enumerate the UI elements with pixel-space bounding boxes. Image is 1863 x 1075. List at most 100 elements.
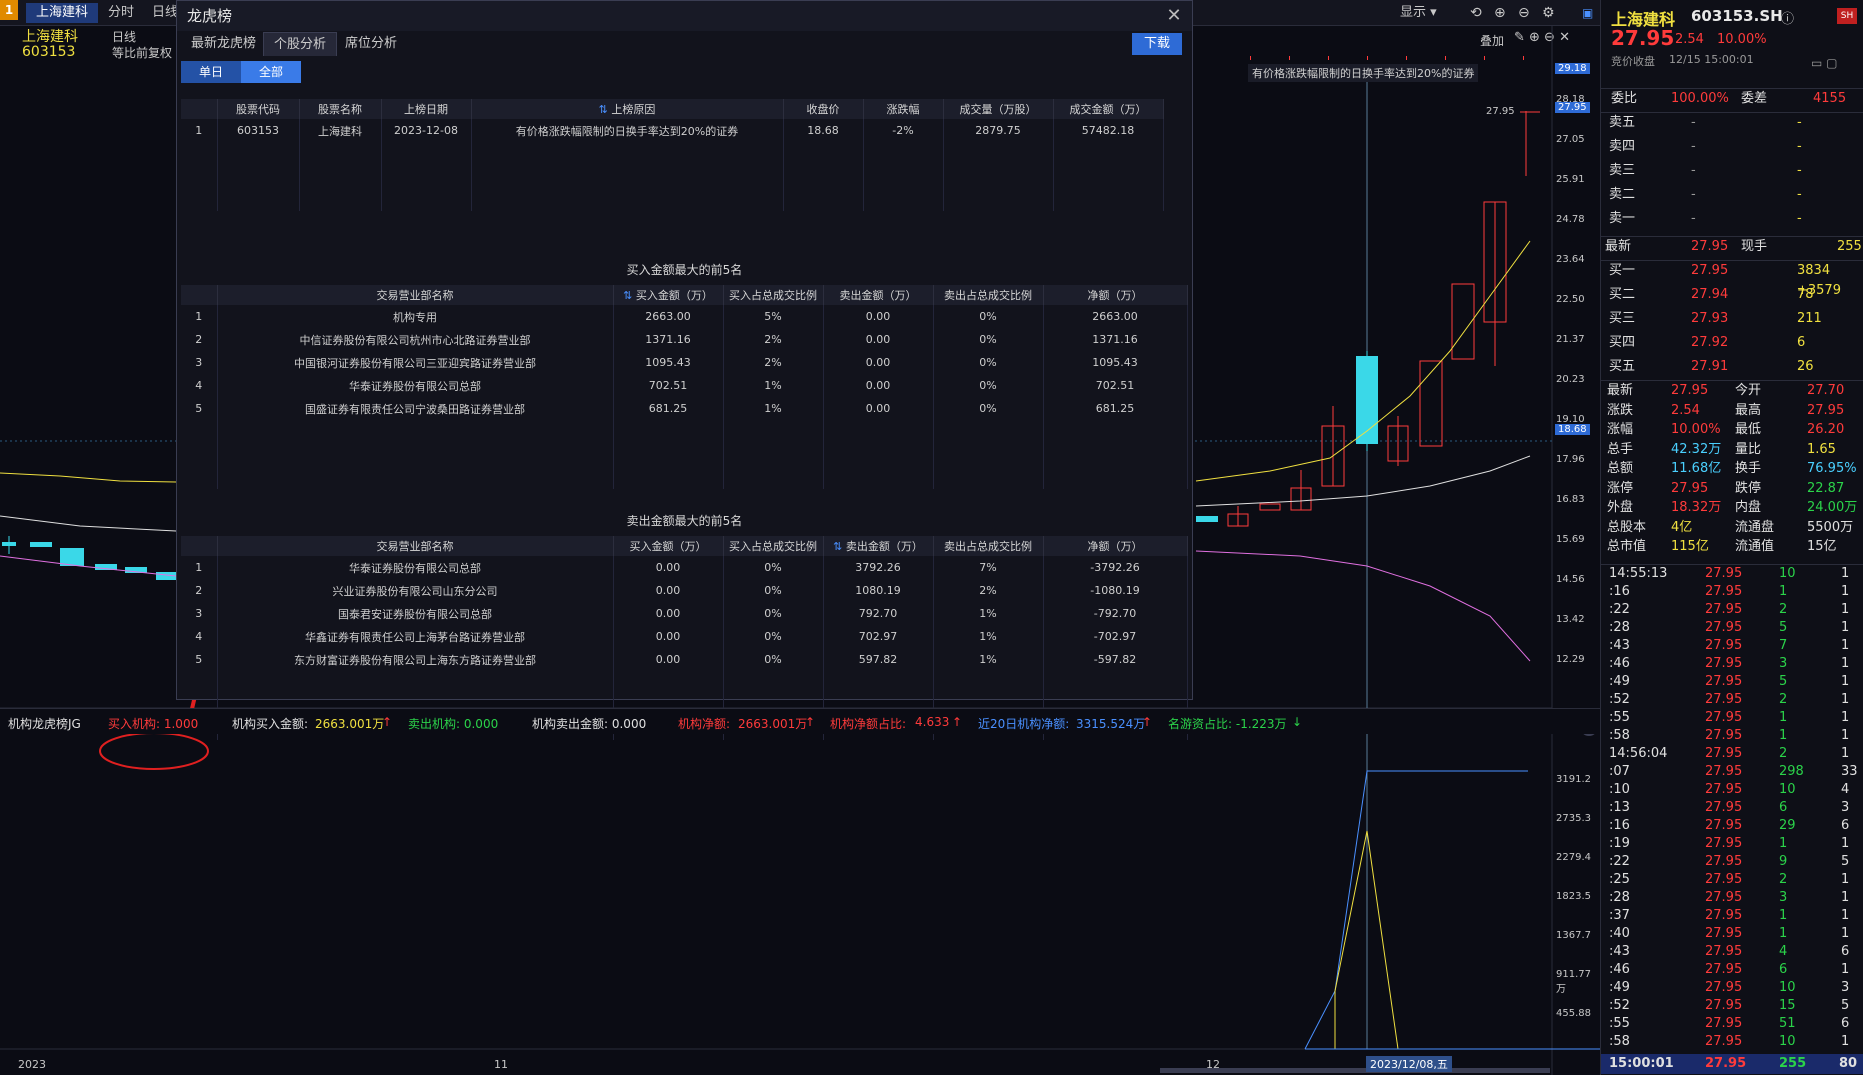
quote-change: 2.54 <box>1675 32 1704 47</box>
buy-section-title: 买入金额最大的前5名 <box>626 263 743 277</box>
tab-latest-lhb[interactable]: 最新龙虎榜 <box>181 32 266 56</box>
tick-vol: 3 <box>1779 656 1788 671</box>
book-level: 卖五 <box>1609 115 1636 130</box>
book-row: 买一 27.95 3834 +3579 <box>1601 261 1863 298</box>
col-header[interactable]: 买入金额（万） <box>613 536 724 556</box>
cell: 国泰君安证券股份有限公司总部 <box>217 602 614 625</box>
tick-price: 27.95 <box>1705 566 1743 581</box>
cell: 0% <box>723 602 824 625</box>
col-header[interactable]: ⇅ 上榜原因 <box>471 99 784 119</box>
table-row[interactable]: 2 中信证券股份有限公司杭州市心北路证券营业部 1371.16 2% 0.00 0% 137… <box>181 328 1188 351</box>
tick-vol: 5 <box>1779 674 1788 689</box>
close-icon[interactable]: ✕ <box>1164 6 1184 26</box>
table-row[interactable]: 3 中国银河证券股份有限公司三亚迎宾路证券营业部 1095.43 2% 0.00 0% 10… <box>181 351 1188 374</box>
col-header[interactable]: 交易营业部名称 <box>217 536 614 556</box>
table-row[interactable]: 1 华泰证券股份有限公司总部 0.00 0% 3792.26 7% -3792.26 <box>181 556 1188 579</box>
table-row[interactable]: 1 机构专用 2663.00 5% 0.00 0% 2663.00 <box>181 305 1188 328</box>
col-header[interactable]: ⇅ 卖出金额（万） <box>823 536 934 556</box>
latest-value: 27.95 <box>1691 239 1729 254</box>
chat-icon[interactable]: ▭ ▢ <box>1811 56 1838 70</box>
seg-all[interactable]: 全部 <box>241 61 301 83</box>
col-header[interactable]: 净额（万） <box>1043 285 1188 305</box>
book-level: 买二 <box>1609 287 1636 302</box>
cell: 0.00 <box>613 602 724 625</box>
download-button[interactable]: 下载 <box>1132 33 1182 55</box>
book-price: 27.94 <box>1691 287 1729 302</box>
cell: 0.00 <box>613 648 724 671</box>
tick-count: 4 <box>1841 782 1850 797</box>
tick-row: :07 27.95 298 33 <box>1601 763 1863 781</box>
cell <box>217 443 614 466</box>
price-tick: 25.91 <box>1556 174 1585 185</box>
col-header[interactable]: 买入占总成交比例 <box>723 536 824 556</box>
table-row[interactable]: 4 华泰证券股份有限公司总部 702.51 1% 0.00 0% 702.51 <box>181 374 1188 397</box>
display-label: 显示 <box>1400 5 1427 20</box>
col-header-label: 卖出金额（万） <box>845 540 923 553</box>
table-row[interactable]: 3 国泰君安证券股份有限公司总部 0.00 0% 792.70 1% -792.70 <box>181 602 1188 625</box>
col-header[interactable]: 卖出占总成交比例 <box>933 285 1044 305</box>
tick-vol: 2 <box>1779 602 1788 617</box>
right-candles <box>1195 56 1540 662</box>
tick-count: 1 <box>1841 710 1850 725</box>
stat-value: 4亿 <box>1671 519 1693 535</box>
info-icon[interactable]: ⓘ <box>1781 8 1794 27</box>
col-header[interactable]: 收盘价 <box>783 99 864 119</box>
tick-price: 27.95 <box>1705 854 1743 869</box>
tick-list[interactable]: 14:55:13 27.95 10 1:16 27.95 1 1:22 27.95 2 1:28 2… <box>1601 564 1863 1054</box>
cell: 702.97 <box>823 625 934 648</box>
col-header[interactable]: 上榜日期 <box>381 99 472 119</box>
cell: 0.00 <box>823 397 934 420</box>
price-tick: 20.23 <box>1556 374 1585 385</box>
tick-time: 15:00:01 <box>1609 1056 1674 1071</box>
col-header[interactable]: ⇅ 买入金额（万） <box>613 285 724 305</box>
col-header[interactable]: 成交金额（万） <box>1053 99 1164 119</box>
col-header[interactable]: 卖出金额（万） <box>823 285 934 305</box>
book-row: 买二 27.94 78 <box>1601 285 1863 305</box>
net-label: 机构净额: <box>678 717 731 731</box>
lower-tick: 3191.2 <box>1556 774 1591 785</box>
cell: 792.70 <box>823 602 934 625</box>
empty-row <box>181 466 1188 489</box>
col-header[interactable]: 股票名称 <box>299 99 382 119</box>
price-tick: 23.64 <box>1556 254 1585 265</box>
table-row[interactable]: 2 兴业证券股份有限公司山东分公司 0.00 0% 1080.19 2% -1080.19 <box>181 579 1188 602</box>
display-dropdown[interactable]: 显示 ▾ <box>1390 3 1447 23</box>
indicator-name[interactable]: 机构龙虎榜JG <box>8 715 81 732</box>
table-row[interactable]: 5 国盛证券有限责任公司宁波桑田路证券营业部 681.25 1% 0.00 0% 681.2… <box>181 397 1188 420</box>
col-header[interactable]: 净额（万） <box>1043 536 1188 556</box>
col-header[interactable]: 买入占总成交比例 <box>723 285 824 305</box>
book-price: - <box>1691 163 1696 178</box>
tick-time: :13 <box>1609 800 1630 815</box>
col-header[interactable]: 卖出占总成交比例 <box>933 536 1044 556</box>
tick-row: :55 27.95 51 6 <box>1601 1015 1863 1033</box>
col-header[interactable]: 股票代码 <box>217 99 300 119</box>
tab-stock-analysis[interactable]: 个股分析 <box>263 32 338 56</box>
cell: 597.82 <box>823 648 934 671</box>
tab-seat-analysis[interactable]: 席位分析 <box>335 32 407 56</box>
seg-single-day[interactable]: 单日 <box>181 61 241 83</box>
tick-time: :07 <box>1609 764 1630 779</box>
cell: 0.00 <box>823 328 934 351</box>
cell: 兴业证券股份有限公司山东分公司 <box>217 579 614 602</box>
cell <box>1043 671 1188 694</box>
tick-count: 3 <box>1841 800 1850 815</box>
empty-row <box>181 443 1188 466</box>
famous-ratio: 名游资占比: -1.223万 <box>1168 717 1287 731</box>
tick-row: :49 27.95 10 3 <box>1601 979 1863 997</box>
table-row[interactable]: 4 华鑫证券有限责任公司上海茅台路证券营业部 0.00 0% 702.97 1% -702.… <box>181 625 1188 648</box>
tab-stock[interactable]: 上海建科 <box>26 3 99 23</box>
table-row[interactable]: 5 东方财富证券股份有限公司上海东方路证券营业部 0.00 0% 597.82 1% -59… <box>181 648 1188 671</box>
cell: 0% <box>723 556 824 579</box>
tick-time: :25 <box>1609 872 1630 887</box>
col-header <box>181 99 218 119</box>
col-header[interactable]: 交易营业部名称 <box>217 285 614 305</box>
cell: 0% <box>723 625 824 648</box>
cell <box>823 466 934 489</box>
col-header[interactable]: 涨跌幅 <box>863 99 944 119</box>
tab-intraday[interactable]: 分时 <box>98 3 144 23</box>
table-row[interactable]: 1 603153 上海建科 2023-12-08 有价格涨跌幅限制的日换手率达到… <box>181 119 1164 142</box>
col-header[interactable]: 成交量（万股） <box>943 99 1054 119</box>
table-header: 交易营业部名称 ⇅ 买入金额（万） 买入占总成交比例 卖出金额（万） 卖出占总成… <box>181 285 1188 305</box>
buy-inst-count: 买入机构: 1.000 <box>108 717 199 731</box>
tick-price: 27.95 <box>1705 998 1743 1013</box>
